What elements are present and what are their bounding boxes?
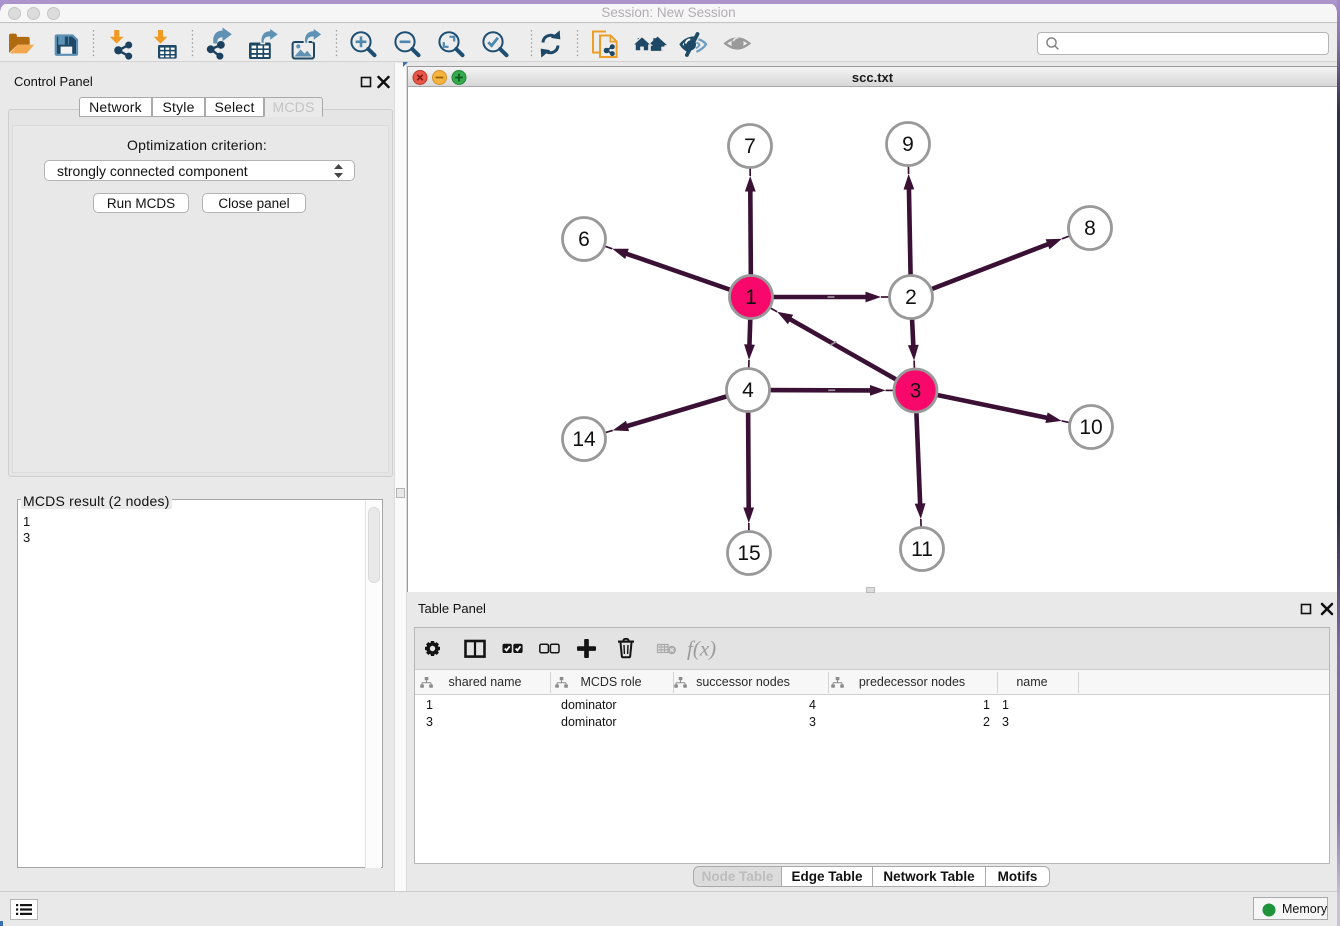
- svg-text:14: 14: [572, 428, 596, 451]
- svg-text:1: 1: [745, 286, 757, 309]
- svg-text:10: 10: [1079, 416, 1102, 439]
- svg-text:6: 6: [578, 228, 590, 251]
- svg-text:2: 2: [905, 286, 917, 309]
- svg-text:9: 9: [902, 133, 914, 156]
- svg-text:4: 4: [742, 379, 754, 402]
- svg-text:f(x): f(x): [687, 637, 716, 661]
- svg-text:15: 15: [737, 542, 760, 565]
- svg-text:8: 8: [1084, 217, 1096, 240]
- svg-text:7: 7: [744, 135, 756, 158]
- svg-text:3: 3: [910, 380, 922, 403]
- svg-text:11: 11: [911, 538, 933, 561]
